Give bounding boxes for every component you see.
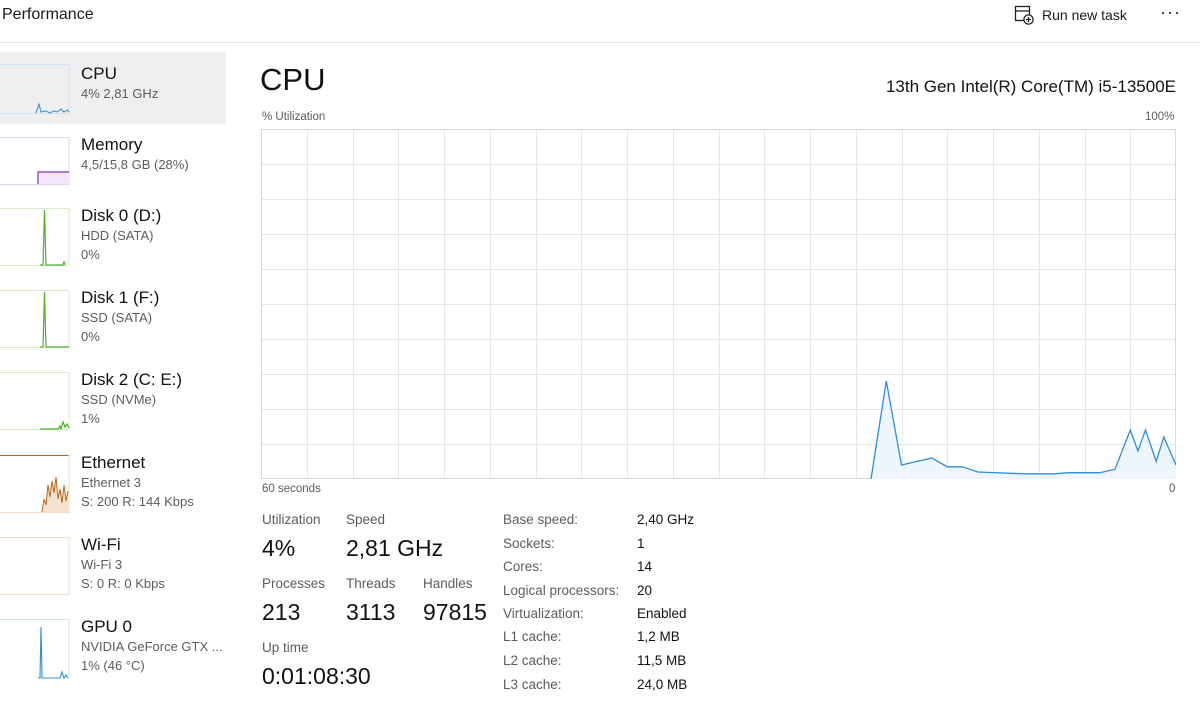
sidebar-item-detail-2: 0% xyxy=(81,247,100,262)
disk-1-item-text: Disk 1 (F:) SSD (SATA) 0% xyxy=(81,288,159,346)
speed-value: 2,81 GHz xyxy=(346,535,444,561)
sidebar-item-ethernet[interactable]: Ethernet Ethernet 3 S: 200 R: 144 Kbps xyxy=(0,444,226,516)
sidebar-item-gpu-0[interactable]: GPU 0 NVIDIA GeForce GTX ... 1% (46 °C) xyxy=(0,608,226,680)
spec-label: Cores: xyxy=(503,559,543,574)
processes-value: 213 xyxy=(262,599,301,625)
uptime-label: Up time xyxy=(262,640,309,655)
spec-label: L2 cache: xyxy=(503,653,562,668)
page-title: Performance xyxy=(2,6,94,23)
speed-label: Speed xyxy=(346,512,386,527)
disk-2-thumbnail-graph xyxy=(0,372,70,430)
spec-label: Sockets: xyxy=(503,536,555,551)
disk-2-item-text: Disk 2 (C: E:) SSD (NVMe) 1% xyxy=(81,370,182,428)
utilization-label: Utilization xyxy=(262,512,321,527)
sidebar-item-name: Ethernet xyxy=(81,453,146,472)
spec-value: 11,5 MB xyxy=(637,653,687,668)
run-new-task-label: Run new task xyxy=(1042,7,1127,23)
sidebar-item-detail: NVIDIA GeForce GTX ... xyxy=(81,639,223,654)
sidebar-item-disk-1[interactable]: Disk 1 (F:) SSD (SATA) 0% xyxy=(0,280,226,352)
spec-label: Logical processors: xyxy=(503,583,620,598)
spec-label: L1 cache: xyxy=(503,629,562,644)
sidebar-item-name: CPU xyxy=(81,64,117,83)
sidebar-item-detail-2: S: 200 R: 144 Kbps xyxy=(81,494,194,509)
threads-label: Threads xyxy=(346,576,396,591)
sidebar-item-name: Memory xyxy=(81,135,143,154)
sidebar-item-detail-2: 0% xyxy=(81,329,100,344)
sidebar-item-name: Disk 0 (D:) xyxy=(81,206,162,225)
title-bar: Performance Run new task ··· xyxy=(0,0,1200,43)
handles-label: Handles xyxy=(423,576,473,591)
sidebar-item-detail-2: 1% xyxy=(81,411,100,426)
ethernet-item-text: Ethernet Ethernet 3 S: 200 R: 144 Kbps xyxy=(81,453,194,511)
spec-value: Enabled xyxy=(637,606,687,621)
spec-label: Base speed: xyxy=(503,512,579,527)
sidebar-item-detail: SSD (SATA) xyxy=(81,310,153,325)
run-new-task-button[interactable]: Run new task xyxy=(1014,4,1127,26)
sidebar-item-detail-2: S: 0 R: 0 Kbps xyxy=(81,576,165,591)
ethernet-thumbnail-graph xyxy=(0,455,70,513)
memory-item-text: Memory 4,5/15,8 GB (28%) xyxy=(81,135,189,174)
sidebar-item-name: GPU 0 xyxy=(81,617,133,636)
graph-x-label-left: 60 seconds xyxy=(262,483,321,495)
sidebar-item-detail: SSD (NVMe) xyxy=(81,392,157,407)
disk-1-thumbnail-graph xyxy=(0,290,70,348)
gpu-0-item-text: GPU 0 NVIDIA GeForce GTX ... 1% (46 °C) xyxy=(81,617,223,675)
cpu-thumbnail-graph xyxy=(0,64,70,114)
memory-thumbnail-graph xyxy=(0,137,70,185)
cpu-item-text: CPU 4% 2,81 GHz xyxy=(81,64,158,103)
sidebar-item-disk-2[interactable]: Disk 2 (C: E:) SSD (NVMe) 1% xyxy=(0,362,226,434)
spec-label: Virtualization: xyxy=(503,606,584,621)
graph-y-label: % Utilization xyxy=(262,111,326,123)
sidebar-item-detail-2: 1% (46 °C) xyxy=(81,658,145,673)
disk-0-item-text: Disk 0 (D:) HDD (SATA) 0% xyxy=(81,206,161,264)
wifi-thumbnail-graph xyxy=(0,537,70,595)
main-title: CPU xyxy=(260,62,326,97)
handles-value: 97815 xyxy=(423,599,487,625)
threads-value: 3113 xyxy=(346,599,396,625)
processes-label: Processes xyxy=(262,576,326,591)
wifi-item-text: Wi-Fi Wi-Fi 3 S: 0 R: 0 Kbps xyxy=(81,535,165,593)
sidebar-item-detail: Wi-Fi 3 xyxy=(81,557,123,572)
spec-value: 24,0 MB xyxy=(637,677,688,692)
gpu-0-thumbnail-graph xyxy=(0,619,70,679)
graph-x-label-right: 0 xyxy=(1169,483,1176,495)
sidebar-item-cpu[interactable]: CPU 4% 2,81 GHz xyxy=(0,52,226,124)
resource-sidebar: CPU 4% 2,81 GHz Memory 4,5/15,8 GB (28%)… xyxy=(0,43,232,720)
cpu-model-name: 13th Gen Intel(R) Core(TM) i5-13500E xyxy=(885,77,1176,96)
sidebar-item-detail: Ethernet 3 xyxy=(81,475,141,490)
spec-value: 1,2 MB xyxy=(637,629,680,644)
sidebar-item-name: Disk 2 (C: E:) xyxy=(81,370,183,389)
spec-value: 14 xyxy=(637,559,653,574)
sidebar-item-memory[interactable]: Memory 4,5/15,8 GB (28%) xyxy=(0,125,226,197)
run-task-icon xyxy=(1014,5,1034,25)
sidebar-item-detail: 4,5/15,8 GB (28%) xyxy=(81,157,189,172)
graph-y-max-label: 100% xyxy=(1145,111,1175,123)
sidebar-item-wifi[interactable]: Wi-Fi Wi-Fi 3 S: 0 R: 0 Kbps xyxy=(0,526,226,598)
sidebar-item-detail: HDD (SATA) xyxy=(81,228,154,243)
spec-value: 2,40 GHz xyxy=(637,512,695,527)
uptime-value: 0:01:08:30 xyxy=(262,663,371,689)
spec-value: 1 xyxy=(637,536,645,551)
spec-label: L3 cache: xyxy=(503,677,562,692)
sidebar-item-name: Disk 1 (F:) xyxy=(81,288,160,307)
more-options-button[interactable]: ··· xyxy=(1160,2,1181,23)
cpu-utilization-graph xyxy=(261,129,1176,479)
sidebar-item-disk-0[interactable]: Disk 0 (D:) HDD (SATA) 0% xyxy=(0,198,226,270)
disk-0-thumbnail-graph xyxy=(0,208,70,266)
sidebar-item-name: Wi-Fi xyxy=(81,535,121,554)
utilization-value: 4% xyxy=(262,535,296,561)
spec-value: 20 xyxy=(637,583,653,598)
sidebar-item-detail: 4% 2,81 GHz xyxy=(81,86,159,101)
